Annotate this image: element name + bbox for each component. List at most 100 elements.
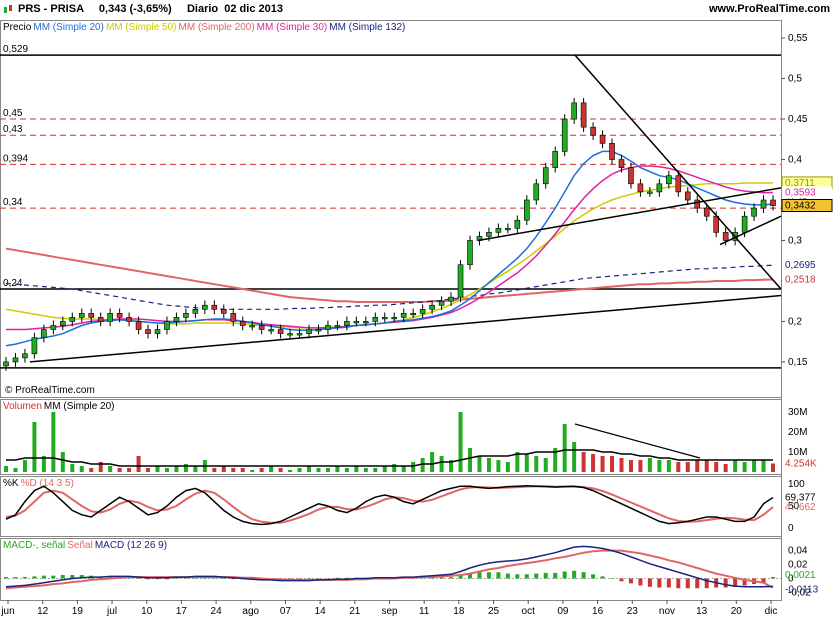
macd-histogram-bar [562,571,567,579]
volume-bar [32,422,37,472]
volume-bar [761,460,766,472]
candle [571,102,577,120]
candle [60,321,66,326]
candle [457,264,464,298]
candle [164,321,170,330]
candle [419,308,426,314]
x-axis-label: 12 [37,606,49,617]
volume-bar [70,464,75,472]
candle [628,167,634,185]
candle [703,207,710,217]
candle [410,313,416,316]
volume-bar [193,466,198,472]
candle [296,333,303,336]
price-axis-label: 0,45 [788,114,808,125]
macd-histogram-bar [723,578,728,588]
price-axis-label: 0,4 [788,155,802,166]
level-label: 0,45 [3,108,23,119]
macd-histogram-bar [51,575,56,579]
level-label: 0,43 [3,124,23,135]
candle [448,296,454,302]
macd-histogram-bar [628,578,633,584]
volume-bar [733,460,738,472]
candle [334,325,341,328]
volume-bar [524,454,529,472]
volume-bar [354,466,359,472]
x-axis-label: 23 [627,606,639,617]
candle [391,317,398,320]
volume-bar [685,462,690,472]
x-axis-label: 17 [176,606,188,617]
price-axis-label: 0,5 [788,74,802,85]
macd-histogram-bar [60,574,65,579]
macd-histogram-bar [32,576,37,579]
volume-bar [183,464,188,472]
volume-bar [373,468,378,472]
stochastic-panel [0,476,782,537]
volume-bar [771,463,775,472]
candle [609,143,615,160]
downtrend-line [574,54,782,290]
candle [126,317,132,322]
price-chart[interactable]: 0,550,50,450,40,350,30,250,20,150,5290,4… [0,0,835,620]
x-axis-label: 18 [453,606,465,617]
macd-histogram-bar [335,577,340,579]
macd-histogram-bar [591,574,596,579]
volume-bar [562,424,567,472]
candle [230,313,237,322]
candle [647,191,653,194]
volume-bar [51,412,56,472]
candle [97,317,104,322]
candle [173,317,180,322]
volume-bar [136,456,141,472]
candle [22,353,28,359]
x-axis-label: 10 [141,606,153,617]
candle [684,191,691,201]
macd-histogram-bar [619,578,624,582]
volume-bar [628,460,633,472]
volume-bar [486,458,491,472]
candle [239,321,246,326]
x-axis-label: 09 [557,606,569,617]
macd-panel [0,538,782,601]
candle [50,325,57,330]
x-axis-label: dic [765,606,778,617]
price-axis-label: 0,2 [788,316,802,327]
volume-bar [231,468,236,472]
candle [154,329,161,334]
candle [438,300,445,306]
candle [533,183,540,201]
candle [325,325,331,330]
macd-value-label: 0,0021 [785,570,816,581]
candle [637,183,644,193]
candle [220,308,227,314]
volume-bar [458,412,463,472]
value-box-label: 0,3593 [785,187,816,198]
candle [202,304,208,310]
macd-histogram-bar [496,572,501,579]
stoch-axis-label: 100 [788,479,805,490]
macd-histogram-bar [610,578,615,579]
level-label: 0,529 [3,44,28,55]
volume-bar [581,452,586,472]
macd-axis-label: 0,04 [788,546,808,557]
macd-histogram-bar [183,578,188,579]
volume-bar [543,458,548,472]
volume-bar [363,468,368,472]
x-axis-label: 20 [731,606,743,617]
macd-histogram-bar [666,578,671,588]
volume-bar [676,462,681,472]
candle [666,175,672,185]
volume-bar [534,456,539,472]
candle [3,361,9,367]
stoch-value-label: 47,662 [785,502,816,513]
candle [135,321,142,330]
volume-bar [467,448,472,472]
volume-bar [108,466,113,472]
candle [486,232,492,237]
macd-histogram-bar [316,578,321,579]
volume-bar [477,456,482,472]
volume-bar [638,460,643,472]
candle [656,183,663,193]
candle [12,357,19,363]
